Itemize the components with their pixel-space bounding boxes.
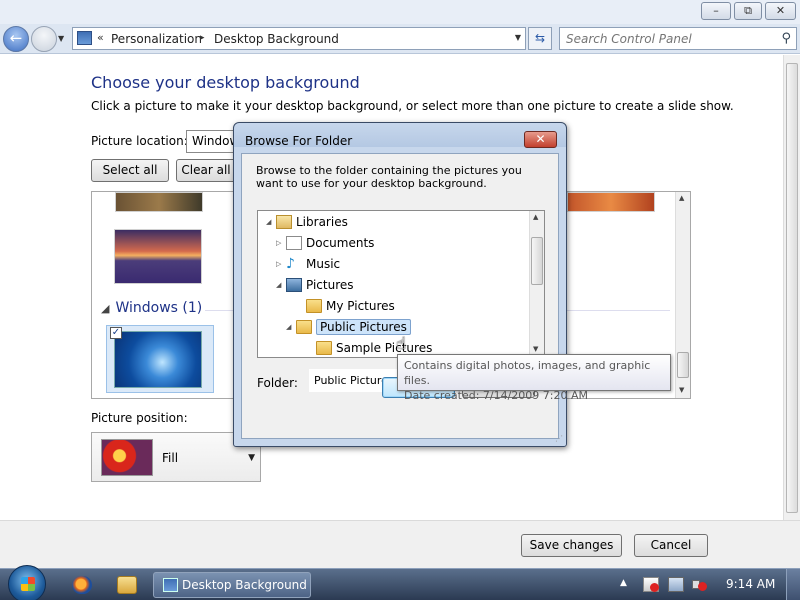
tree-scrollbar-thumb[interactable] <box>531 237 543 285</box>
network-icon[interactable] <box>668 577 684 592</box>
pictures-icon <box>286 278 302 292</box>
windows-logo-icon <box>21 577 35 591</box>
tree-item-libraries[interactable]: ◢ Libraries <box>266 213 348 231</box>
scroll-down-icon[interactable]: ▼ <box>679 386 684 394</box>
back-arrow-icon: ← <box>9 29 23 47</box>
main-scrollbar[interactable] <box>783 55 800 520</box>
dialog-title: Browse For Folder <box>245 134 353 148</box>
picture-position-value: Fill <box>162 451 179 465</box>
tree-item-label: Libraries <box>296 215 348 229</box>
expanded-arrow-icon[interactable]: ◢ <box>286 318 296 336</box>
tree-item-documents[interactable]: ▷ Documents <box>276 234 374 252</box>
position-preview-image <box>101 439 153 476</box>
taskbar-app-desktop-background[interactable]: Desktop Background <box>153 572 311 598</box>
tooltip-description: Contains digital photos, images, and gra… <box>404 359 651 387</box>
gallery-thumbnail[interactable] <box>115 192 203 212</box>
breadcrumb-overflow[interactable]: « <box>97 31 104 44</box>
folder-icon <box>296 320 312 334</box>
refresh-icon: ⇆ <box>534 31 546 45</box>
collapsed-arrow-icon[interactable]: ▷ <box>276 234 286 252</box>
documents-icon <box>286 236 302 250</box>
tree-item-pictures[interactable]: ◢ Pictures <box>276 276 354 294</box>
navigation-bar: ← ▼ « Personalization ▸ Desktop Backgrou… <box>0 24 800 54</box>
window-caption-bar: – ⧉ ✕ <box>0 0 800 24</box>
thumbnail-checkbox[interactable]: ✓ <box>110 327 122 339</box>
show-desktop-button[interactable] <box>786 569 800 600</box>
folder-tooltip: Contains digital photos, images, and gra… <box>397 354 671 402</box>
select-all-button[interactable]: Select all <box>91 159 169 182</box>
tree-item-my-pictures[interactable]: My Pictures <box>296 297 395 315</box>
picture-position-label: Picture position: <box>91 411 188 425</box>
tree-item-label: Public Pictures <box>316 319 411 335</box>
minimize-button[interactable]: – <box>701 2 731 20</box>
action-center-flag-icon[interactable] <box>643 577 659 592</box>
scroll-up-icon[interactable]: ▲ <box>679 194 684 202</box>
back-button[interactable]: ← <box>3 26 29 52</box>
control-panel-icon <box>163 578 178 592</box>
group-header-windows[interactable]: ◢ Windows (1) <box>101 300 202 316</box>
gallery-thumbnail[interactable] <box>567 192 655 212</box>
windows-wallpaper-image <box>114 331 202 388</box>
chevron-down-icon: ▼ <box>248 453 255 463</box>
folder-label: Folder: <box>257 376 298 390</box>
forward-button[interactable] <box>31 26 57 52</box>
tree-item-label: My Pictures <box>326 299 395 313</box>
breadcrumb-desktop-background[interactable]: Desktop Background <box>214 32 339 46</box>
clear-all-button[interactable]: Clear all <box>176 159 236 182</box>
selected-thumbnail[interactable] <box>106 325 214 393</box>
search-box[interactable]: ⚲ <box>559 27 797 50</box>
address-field[interactable]: « Personalization ▸ Desktop Background ▼ <box>72 27 526 50</box>
gallery-thumbnail[interactable] <box>114 229 202 284</box>
tree-scrollbar[interactable]: ▲ ▼ <box>529 211 544 357</box>
tree-item-label: Documents <box>306 236 375 250</box>
breadcrumb-personalization[interactable]: Personalization <box>111 32 202 46</box>
scroll-up-icon[interactable]: ▲ <box>533 213 538 221</box>
maximize-button[interactable]: ⧉ <box>734 2 762 20</box>
breadcrumb-separator-icon[interactable]: ▸ <box>200 33 205 43</box>
page-title: Choose your desktop background <box>91 73 360 92</box>
picture-location-label: Picture location: <box>91 134 188 148</box>
tree-item-label: Sample Pictures <box>336 341 433 355</box>
close-window-button[interactable]: ✕ <box>765 2 796 20</box>
volume-muted-icon[interactable] <box>692 577 708 592</box>
explorer-folder-icon[interactable] <box>117 576 137 594</box>
close-icon: ✕ <box>535 132 546 146</box>
taskbar: Desktop Background ▲ 9:14 AM <box>0 565 800 600</box>
page-instructions: Click a picture to make it your desktop … <box>91 99 734 113</box>
cancel-button[interactable]: Cancel <box>634 534 708 557</box>
main-scrollbar-thumb[interactable] <box>786 63 798 513</box>
gallery-scrollbar[interactable]: ▲ ▼ <box>675 192 690 398</box>
hand-cursor-icon: ☝ <box>396 334 407 354</box>
folder-icon <box>316 341 332 355</box>
dialog-close-button[interactable]: ✕ <box>524 131 557 148</box>
gallery-scrollbar-thumb[interactable] <box>677 352 689 378</box>
tree-item-label: Pictures <box>306 278 354 292</box>
save-changes-button[interactable]: Save changes <box>521 534 622 557</box>
tree-item-label: Music <box>306 257 341 271</box>
search-input[interactable] <box>566 29 771 49</box>
music-icon: ♪ <box>286 256 295 272</box>
start-button[interactable] <box>8 565 46 600</box>
folder-icon <box>306 299 322 313</box>
scroll-down-icon[interactable]: ▼ <box>533 345 538 353</box>
show-hidden-icons-arrow[interactable]: ▲ <box>620 578 627 588</box>
expanded-arrow-icon[interactable]: ◢ <box>276 276 286 294</box>
search-icon[interactable]: ⚲ <box>781 31 791 46</box>
resize-grip-icon[interactable]: ⋰ <box>555 434 563 443</box>
recent-pages-dropdown[interactable]: ▼ <box>58 34 64 43</box>
tree-item-public-pictures[interactable]: ◢ Public Pictures <box>286 318 411 336</box>
group-header-label: Windows (1) <box>115 300 203 316</box>
dialog-description: Browse to the folder containing the pict… <box>256 164 522 190</box>
tooltip-date: Date created: 7/14/2009 7:20 AM <box>404 389 589 402</box>
collapsed-arrow-icon[interactable]: ▷ <box>276 255 286 273</box>
library-icon <box>276 215 292 229</box>
firefox-icon[interactable] <box>72 576 92 594</box>
control-panel-icon <box>77 31 92 45</box>
refresh-button[interactable]: ⇆ <box>528 27 552 50</box>
expanded-arrow-icon[interactable]: ◢ <box>266 213 276 231</box>
taskbar-app-label: Desktop Background <box>182 578 307 592</box>
system-clock[interactable]: 9:14 AM <box>726 577 775 591</box>
tree-item-music[interactable]: ▷ ♪ Music <box>276 255 340 273</box>
address-dropdown-icon[interactable]: ▼ <box>515 33 521 42</box>
